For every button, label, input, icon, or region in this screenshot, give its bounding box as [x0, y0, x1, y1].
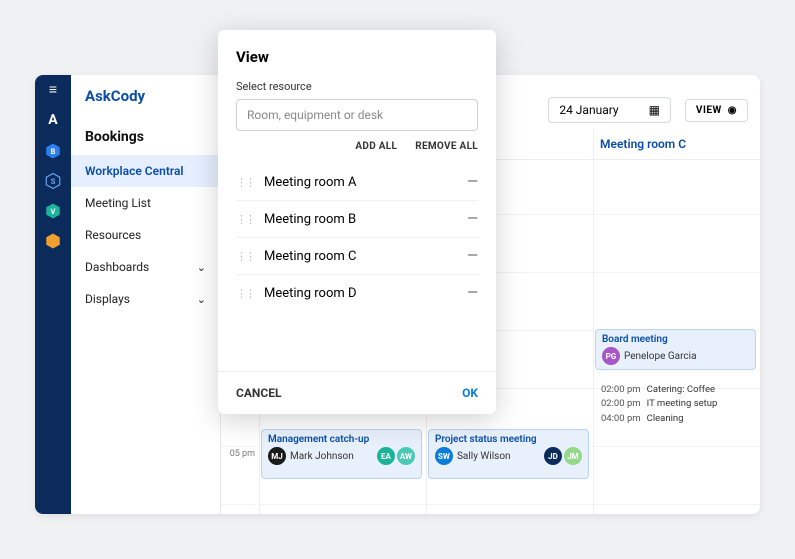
service-time: 02:00 pm	[601, 383, 641, 397]
remove-item-button[interactable]: —	[467, 211, 478, 227]
service-time: 04:00 pm	[601, 412, 641, 426]
event-project-status[interactable]: Project status meeting SW Sally Wilson J…	[428, 429, 589, 479]
event-title: Management catch-up	[268, 434, 415, 445]
section-title: Bookings	[71, 119, 220, 155]
avatar: AW	[397, 447, 415, 465]
svg-text:S: S	[51, 177, 56, 186]
resource-name: Meeting room D	[264, 286, 357, 301]
brand-label: AskCody	[71, 83, 220, 119]
rail-other-icon[interactable]	[44, 232, 62, 250]
hamburger-icon[interactable]: ≡	[49, 81, 57, 98]
sidebar-item-label: Dashboards	[85, 260, 149, 274]
remove-item-button[interactable]: —	[467, 248, 478, 264]
avatar: MJ	[268, 447, 286, 465]
svg-text:B: B	[51, 147, 56, 156]
avatar: SW	[435, 447, 453, 465]
chevron-down-icon: ⌄	[197, 293, 206, 306]
service-label: Cleaning	[647, 412, 684, 426]
drag-handle-icon[interactable]: ⋮⋮	[236, 176, 254, 189]
list-item[interactable]: ⋮⋮ Meeting room A —	[236, 164, 478, 201]
time-label: 05 pm	[221, 447, 255, 505]
event-organizer: Sally Wilson	[457, 451, 511, 462]
date-picker[interactable]: 24 January ▦	[548, 97, 671, 123]
date-label: 24 January	[559, 103, 618, 117]
list-item[interactable]: ⋮⋮ Meeting room B —	[236, 201, 478, 238]
list-item[interactable]: ⋮⋮ Meeting room C —	[236, 238, 478, 275]
resource-name: Meeting room B	[264, 212, 356, 227]
event-management-catchup[interactable]: Management catch-up MJ Mark Johnson EA A…	[261, 429, 422, 479]
sidebar: AskCody Bookings Workplace Central Meeti…	[71, 75, 221, 514]
drag-handle-icon[interactable]: ⋮⋮	[236, 287, 254, 300]
modal-field-label: Select resource	[218, 80, 496, 99]
drag-handle-icon[interactable]: ⋮⋮	[236, 250, 254, 263]
remove-item-button[interactable]: —	[467, 285, 478, 301]
column-header: Meeting room C	[593, 129, 760, 159]
event-organizer: Penelope Garcia	[624, 351, 697, 362]
sidebar-item-label: Displays	[85, 292, 130, 306]
resource-name: Meeting room C	[264, 249, 356, 264]
topbar: 24 January ▦ VIEW ◉	[548, 97, 748, 123]
sidebar-item-label: Resources	[85, 228, 141, 242]
sidebar-item-label: Workplace Central	[85, 164, 184, 178]
remove-all-button[interactable]: REMOVE ALL	[415, 141, 478, 152]
resource-list: ⋮⋮ Meeting room A — ⋮⋮ Meeting room B — ⋮⋮…	[218, 158, 496, 371]
placeholder-text: Room, equipment or desk	[247, 108, 383, 122]
drag-handle-icon[interactable]: ⋮⋮	[236, 213, 254, 226]
remove-item-button[interactable]: —	[467, 174, 478, 190]
sidebar-item-workplace-central[interactable]: Workplace Central	[71, 155, 220, 187]
view-button-label: VIEW	[696, 105, 722, 116]
event-board-meeting[interactable]: Board meeting PG Penelope Garcia	[595, 329, 756, 370]
avatar: EA	[377, 447, 395, 465]
icon-rail: ≡ A B S V	[35, 75, 71, 514]
event-services-list: 02:00 pm Catering: Coffee 02:00 pm IT meet…	[595, 381, 756, 428]
ok-button[interactable]: OK	[462, 386, 478, 400]
chevron-down-icon: ⌄	[197, 261, 206, 274]
event-title: Board meeting	[602, 334, 749, 345]
avatar: PG	[602, 347, 620, 365]
service-label: Catering: Coffee	[647, 383, 715, 397]
resource-name: Meeting room A	[264, 175, 356, 190]
avatar: JD	[544, 447, 562, 465]
view-button[interactable]: VIEW ◉	[685, 99, 748, 122]
service-time: 02:00 pm	[601, 397, 641, 411]
event-organizer: Mark Johnson	[290, 451, 354, 462]
sidebar-item-meeting-list[interactable]: Meeting List	[71, 187, 220, 219]
avatar: JM	[564, 447, 582, 465]
sidebar-item-resources[interactable]: Resources	[71, 219, 220, 251]
app-logo-icon[interactable]: A	[43, 110, 63, 130]
add-all-button[interactable]: ADD ALL	[355, 141, 397, 152]
sidebar-item-label: Meeting List	[85, 196, 151, 210]
sidebar-item-displays[interactable]: Displays ⌄	[71, 283, 220, 315]
event-title: Project status meeting	[435, 434, 582, 445]
calendar-icon: ▦	[649, 103, 660, 117]
list-item[interactable]: ⋮⋮ Meeting room D —	[236, 275, 478, 311]
resource-search-input[interactable]: Room, equipment or desk	[236, 99, 478, 131]
cancel-button[interactable]: CANCEL	[236, 386, 281, 400]
eye-icon: ◉	[728, 105, 737, 116]
view-modal: View Select resource Room, equipment or …	[218, 30, 496, 414]
rail-services-icon[interactable]: S	[44, 172, 62, 190]
modal-title: View	[218, 48, 496, 80]
rail-bookings-icon[interactable]: B	[44, 142, 62, 160]
rail-visitors-icon[interactable]: V	[44, 202, 62, 220]
sidebar-item-dashboards[interactable]: Dashboards ⌄	[71, 251, 220, 283]
service-label: IT meeting setup	[647, 397, 718, 411]
svg-text:V: V	[51, 207, 56, 216]
